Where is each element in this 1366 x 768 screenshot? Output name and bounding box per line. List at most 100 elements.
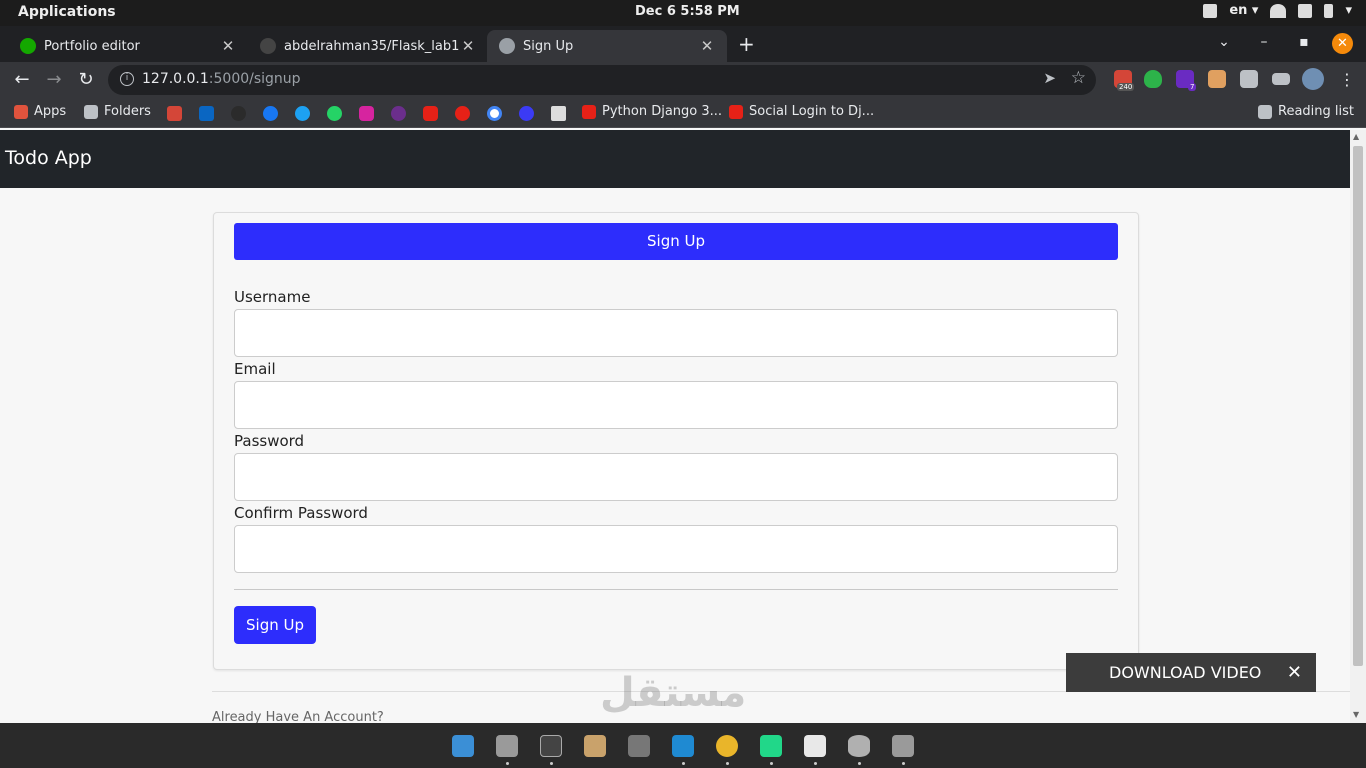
chrome-icon[interactable] (716, 735, 738, 757)
youtube-music-bookmark-icon[interactable] (455, 106, 470, 121)
navbar-brand[interactable]: Todo App (5, 147, 92, 169)
close-tab-icon[interactable]: ✕ (699, 37, 715, 55)
extension-badge: 7 (1188, 83, 1197, 91)
apps-grid-icon (14, 104, 28, 119)
robot-extension-icon[interactable] (1208, 70, 1226, 88)
language-indicator[interactable]: en ▾ (1229, 3, 1258, 18)
globe-icon (499, 38, 515, 54)
profile-avatar[interactable] (1302, 68, 1324, 90)
github-icon (260, 38, 276, 54)
download-video-banner[interactable]: DOWNLOAD VIDEO ✕ (1066, 653, 1316, 692)
gmail-badge: 240 (1117, 83, 1135, 91)
mask-bookmark-icon[interactable] (391, 106, 406, 121)
applications-menu[interactable]: Applications (18, 4, 116, 20)
bookmark-apps[interactable]: Apps (14, 104, 66, 119)
password-label: Password (234, 432, 305, 450)
username-label: Username (234, 288, 311, 306)
document-viewer-icon[interactable] (804, 735, 826, 757)
tab-title: Sign Up (523, 38, 574, 54)
address-bar[interactable]: i 127.0.0.1:5000/signup ➤ ☆ (108, 65, 1096, 95)
archive-icon[interactable] (584, 735, 606, 757)
reading-list[interactable]: Reading list (1258, 104, 1354, 119)
scroll-down-icon[interactable]: ▼ (1353, 710, 1359, 719)
disk-icon[interactable] (892, 735, 914, 757)
scroll-up-icon[interactable]: ▲ (1353, 132, 1359, 141)
confirm-password-label: Confirm Password (234, 504, 368, 522)
system-clock[interactable]: Dec 6 5:58 PM (635, 4, 740, 19)
x-bookmark-icon[interactable] (551, 106, 566, 121)
whatsapp-bookmark-icon[interactable] (327, 106, 342, 121)
folder-icon (84, 104, 98, 119)
close-tab-icon[interactable]: ✕ (460, 37, 476, 55)
signup-card: Sign Up Username Email Password Confirm … (213, 212, 1139, 670)
media-control-icon[interactable] (1272, 73, 1290, 85)
vscode-icon[interactable] (672, 735, 694, 757)
download-video-label[interactable]: DOWNLOAD VIDEO (1109, 653, 1261, 692)
login-link[interactable]: Already Have An Account? (212, 710, 384, 723)
tab-portfolio-editor[interactable]: Portfolio editor ✕ (8, 30, 248, 62)
github-bookmark-icon[interactable] (231, 106, 246, 121)
running-indicator (770, 762, 773, 765)
maximize-icon[interactable]: ▪ (1284, 34, 1324, 50)
bookmark-star-icon[interactable]: ☆ (1071, 68, 1086, 88)
window-controls: ⌄ – ▪ (1204, 34, 1324, 50)
form-divider (234, 589, 1118, 590)
window-close-icon[interactable]: ✕ (1332, 33, 1353, 54)
system-menu-arrow-icon[interactable]: ▾ (1345, 3, 1352, 18)
c-bookmark-icon[interactable] (519, 106, 534, 121)
running-indicator (506, 762, 509, 765)
tab-sign-up[interactable]: Sign Up ✕ (487, 30, 727, 62)
bookmark-folders[interactable]: Folders (84, 104, 151, 119)
tab-search-icon[interactable]: ⌄ (1204, 34, 1244, 50)
tab-strip: Portfolio editor ✕ abdelrahman35/Flask_l… (0, 26, 1366, 62)
sign-up-button[interactable]: Sign Up (234, 606, 316, 644)
linkedin-bookmark-icon[interactable] (199, 106, 214, 121)
tab-github[interactable]: abdelrahman35/Flask_lab1 ✕ (248, 30, 488, 62)
app-navbar: Todo App (0, 130, 1350, 188)
files-icon[interactable] (496, 735, 518, 757)
scrollbar-thumb[interactable] (1353, 146, 1363, 666)
volume-icon[interactable] (1298, 3, 1313, 18)
display-icon[interactable] (1203, 3, 1218, 18)
bookmark-python-django[interactable]: Python Django 3... (582, 104, 722, 119)
terminal-icon[interactable] (540, 735, 562, 757)
wifi-icon[interactable] (1270, 3, 1287, 18)
youtube-bookmark-icon[interactable] (423, 106, 438, 121)
send-tab-icon[interactable]: ➤ (1043, 69, 1056, 87)
battery-icon[interactable] (1324, 3, 1334, 18)
pycharm-icon[interactable] (760, 735, 782, 757)
tab-title: Portfolio editor (44, 38, 140, 54)
bookmark-social-login[interactable]: Social Login to Dj... (729, 104, 874, 119)
twitter-bookmark-icon[interactable] (295, 106, 310, 121)
forward-icon[interactable]: → (42, 68, 66, 92)
facebook-bookmark-icon[interactable] (263, 106, 278, 121)
username-input[interactable] (234, 309, 1118, 357)
shield-extension-icon[interactable] (1144, 70, 1162, 88)
instagram-bookmark-icon[interactable] (359, 106, 374, 121)
url-text[interactable]: 127.0.0.1:5000/signup (142, 71, 301, 87)
site-info-icon[interactable]: i (120, 72, 134, 86)
watermark-logo: مستقل (600, 670, 747, 716)
email-input[interactable] (234, 381, 1118, 429)
page-scrollbar[interactable]: ▲ ▼ (1350, 130, 1366, 723)
close-icon[interactable]: ✕ (1287, 653, 1302, 692)
running-indicator (726, 762, 729, 765)
close-tab-icon[interactable]: ✕ (220, 37, 236, 55)
password-input[interactable] (234, 453, 1118, 501)
back-icon[interactable]: ← (10, 68, 34, 92)
running-indicator (858, 762, 861, 765)
google-bookmark-icon[interactable] (487, 106, 502, 121)
minimize-icon[interactable]: – (1244, 34, 1284, 50)
database-icon[interactable] (848, 735, 870, 757)
reload-icon[interactable]: ↻ (74, 68, 98, 92)
upwork-icon (20, 38, 36, 54)
extensions-icon[interactable] (1240, 70, 1258, 88)
app-grid-icon[interactable] (452, 735, 474, 757)
chrome-menu-icon[interactable]: ⋮ (1339, 70, 1355, 89)
gmail-bookmark-icon[interactable] (167, 106, 182, 121)
settings-icon[interactable] (628, 735, 650, 757)
confirm-password-input[interactable] (234, 525, 1118, 573)
new-tab-icon[interactable]: + (738, 32, 755, 56)
email-label: Email (234, 360, 276, 378)
tab-title: abdelrahman35/Flask_lab1 (284, 38, 460, 54)
